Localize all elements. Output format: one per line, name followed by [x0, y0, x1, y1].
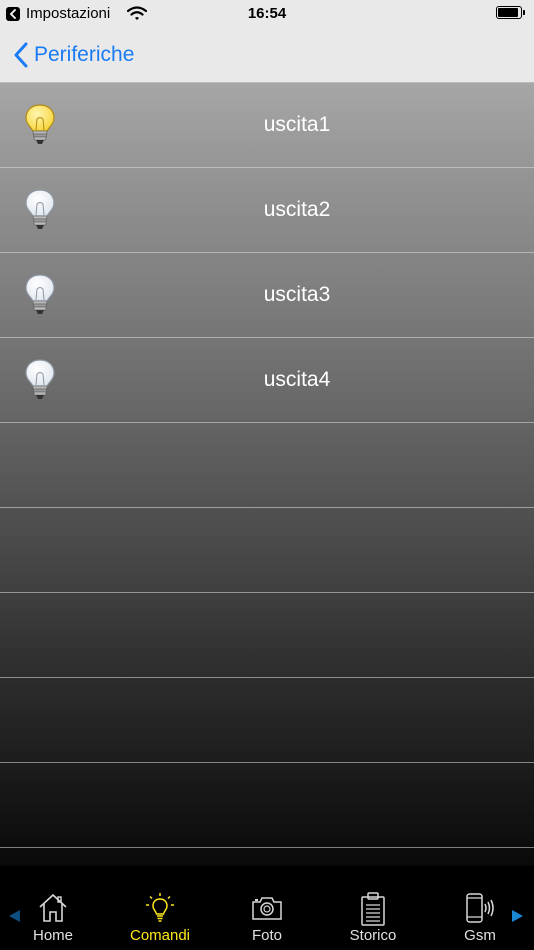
output-row[interactable]: uscita2 — [0, 168, 534, 253]
lightbulb-off-icon[interactable] — [24, 273, 56, 317]
clock: 16:54 — [247, 5, 287, 22]
lightbulb-off-icon[interactable] — [24, 358, 56, 402]
navigation-bar: Periferiche — [0, 28, 534, 83]
tab-label: Storico — [349, 927, 397, 944]
output-row[interactable]: uscita4 — [0, 338, 534, 423]
tab-label: Gsm — [464, 927, 496, 944]
outputs-list: uscita1 uscita2 uscita3 uscita4 — [0, 83, 534, 866]
tab-label: Home — [32, 927, 73, 944]
empty-row — [0, 678, 534, 763]
chevron-left-icon — [14, 42, 28, 68]
tab-foto[interactable]: Foto — [217, 866, 317, 950]
output-label: uscita2 — [263, 198, 331, 221]
output-row[interactable]: uscita1 — [0, 83, 534, 168]
tab-comandi[interactable]: Comandi — [110, 866, 210, 950]
back-button-label[interactable]: Periferiche — [34, 43, 134, 67]
screen: Impostazioni 16:54 Periferiche uscita1 us… — [0, 0, 534, 950]
output-label: uscita4 — [263, 368, 331, 391]
status-bar: Impostazioni 16:54 — [0, 0, 534, 28]
tab-label: Foto — [251, 927, 282, 944]
lightbulb-off-icon[interactable] — [24, 188, 56, 232]
tab-bar: Home Comandi Foto Storico Gsm — [0, 866, 534, 950]
output-label: uscita1 — [263, 113, 331, 136]
empty-row — [0, 593, 534, 678]
battery-icon — [496, 6, 526, 20]
output-label: uscita3 — [263, 283, 331, 306]
output-row[interactable]: uscita3 — [0, 253, 534, 338]
tab-storico[interactable]: Storico — [323, 866, 423, 950]
back-button[interactable]: Periferiche — [14, 40, 134, 70]
tab-gsm[interactable]: Gsm — [430, 866, 530, 950]
empty-row — [0, 423, 534, 508]
empty-row — [0, 508, 534, 593]
lightbulb-on-icon[interactable] — [24, 103, 56, 147]
tab-label: Comandi — [129, 927, 191, 944]
tab-home[interactable]: Home — [3, 866, 103, 950]
empty-row — [0, 763, 534, 848]
